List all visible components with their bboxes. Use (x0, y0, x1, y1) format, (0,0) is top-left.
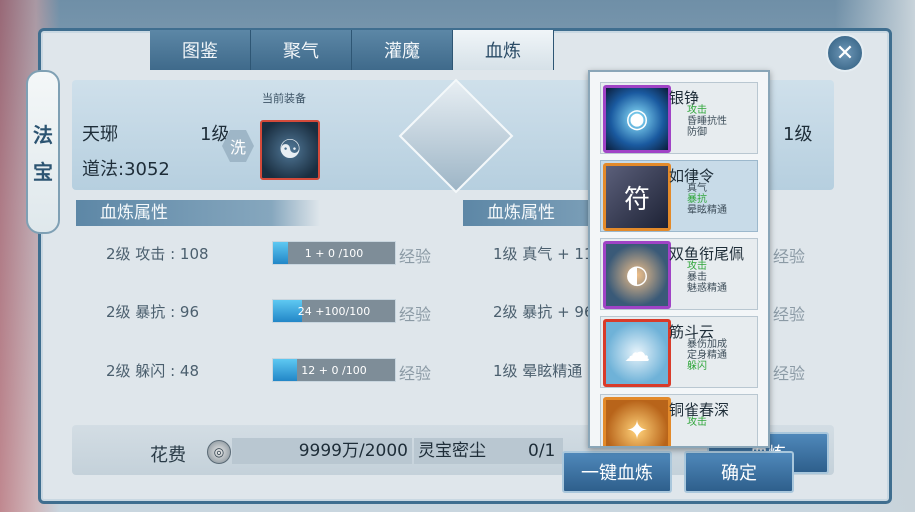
yinzheng-icon: ◉ (603, 85, 671, 153)
refine-all-label: 一键血炼 (581, 463, 653, 484)
tab-guanmo[interactable]: 灌魔 (352, 30, 453, 70)
equipment-level-right: 1级 (783, 124, 813, 145)
progress-bar: 12 + 0 /100 (272, 358, 396, 382)
exp-label: 经验 (773, 364, 806, 383)
right-attr-label: 1级 真气 + 113 (493, 245, 604, 263)
material-count: 0/1 (528, 441, 556, 461)
progress-text: 1 + 0 /100 (304, 246, 364, 260)
left-attr-label: 2级 躲闪 : 48 (106, 362, 199, 380)
fabao-attrs: 攻击 (687, 417, 707, 428)
exp-label: 经验 (399, 364, 432, 383)
exp-label: 经验 (399, 247, 432, 266)
right-attr-label: 2级 暴抗 + 96 (493, 303, 594, 321)
close-button[interactable]: ✕ (826, 34, 864, 72)
progress-bar: 1 + 0 /100 (272, 241, 396, 265)
cost-label: 花费 (150, 445, 186, 466)
tab-tujian[interactable]: 图鉴 (150, 30, 251, 70)
current-equipment-slot[interactable]: ☯ (260, 120, 320, 180)
side-title-char: 法 (33, 123, 53, 147)
fabao-attrs: 真气 暴抗 晕眩精通 (687, 183, 727, 216)
fabao-attr: 暴抗 (687, 194, 707, 205)
fabao-attrs: 攻击 昏睡抗性 防御 (687, 105, 727, 138)
side-title-char: 宝 (33, 160, 53, 184)
equipment-name: 天琊 (82, 124, 118, 145)
exp-label: 经验 (399, 305, 432, 324)
fabao-attr: 晕眩精通 (687, 205, 727, 216)
fabao-select-popup[interactable]: ◉ 银铮 攻击 昏睡抗性 防御 符 如律令 真气 暴抗 晕眩精通 ◐ 双鱼衔尾佩… (588, 70, 770, 448)
shuangyu-icon: ◐ (603, 241, 671, 309)
fabao-attr: 定身精通 (687, 350, 727, 361)
tab-bar: 图鉴 聚气 灌魔 血炼 (150, 30, 554, 70)
refine-all-button[interactable]: 一键血炼 (562, 451, 672, 493)
fabao-card[interactable]: ◉ 银铮 攻击 昏睡抗性 防御 (600, 82, 758, 154)
progress-bar: 24 +100/100 (272, 299, 396, 323)
fabao-attr: 攻击 (687, 261, 707, 272)
tongque-icon: ✦ (603, 397, 671, 446)
progress-fill (273, 242, 288, 264)
exp-label: 经验 (773, 247, 806, 266)
fabao-attr: 昏睡抗性 (687, 116, 727, 127)
fabao-attr: 魅惑精通 (687, 283, 727, 294)
jindouyun-icon: ☁ (603, 319, 671, 387)
coin-icon: ◎ (207, 440, 231, 464)
right-attr-label: 1级 晕眩精通 (493, 362, 583, 380)
cost-value: 9999万/2000 (232, 438, 412, 464)
fabao-attr: 防御 (687, 127, 707, 138)
exp-label: 经验 (773, 305, 806, 324)
progress-fill (273, 359, 298, 381)
daofa-value: 道法:3052 (82, 159, 170, 180)
progress-text: 24 +100/100 (297, 304, 371, 318)
fabao-card-selected[interactable]: 符 如律令 真气 暴抗 晕眩精通 (600, 160, 758, 232)
confirm-button[interactable]: 确定 (684, 451, 794, 493)
fabao-attrs: 攻击 暴击 魅惑精通 (687, 261, 727, 294)
tab-xuelian[interactable]: 血炼 (453, 30, 554, 70)
rulvling-icon: 符 (603, 163, 671, 231)
current-equipment-label: 当前装备 (262, 92, 306, 105)
left-section-title: 血炼属性 (76, 200, 320, 226)
fabao-attr: 暴伤加成 (687, 339, 727, 350)
close-icon: ✕ (835, 40, 855, 66)
tab-juqi[interactable]: 聚气 (251, 30, 352, 70)
confirm-label: 确定 (721, 463, 757, 484)
side-title-tag: 法 宝 (26, 70, 60, 234)
left-attr-label: 2级 攻击 : 108 (106, 245, 209, 263)
fabao-card[interactable]: ☁ 筋斗云 暴伤加成 定身精通 躲闪 (600, 316, 758, 388)
fabao-card[interactable]: ◐ 双鱼衔尾佩 攻击 暴击 魅惑精通 (600, 238, 758, 310)
fabao-attr: 躲闪 (687, 361, 707, 372)
fabao-attr: 暴击 (687, 272, 707, 283)
fabao-attr: 真气 (687, 183, 707, 194)
fabao-attrs: 暴伤加成 定身精通 躲闪 (687, 339, 727, 372)
taiji-icon: ☯ (278, 135, 302, 165)
fabao-attr: 攻击 (687, 417, 707, 428)
left-attr-label: 2级 暴抗 : 96 (106, 303, 199, 321)
fabao-card[interactable]: ✦ 铜雀春深 攻击 (600, 394, 758, 446)
fabao-attr: 攻击 (687, 105, 707, 116)
progress-text: 12 + 0 /100 (301, 363, 367, 377)
